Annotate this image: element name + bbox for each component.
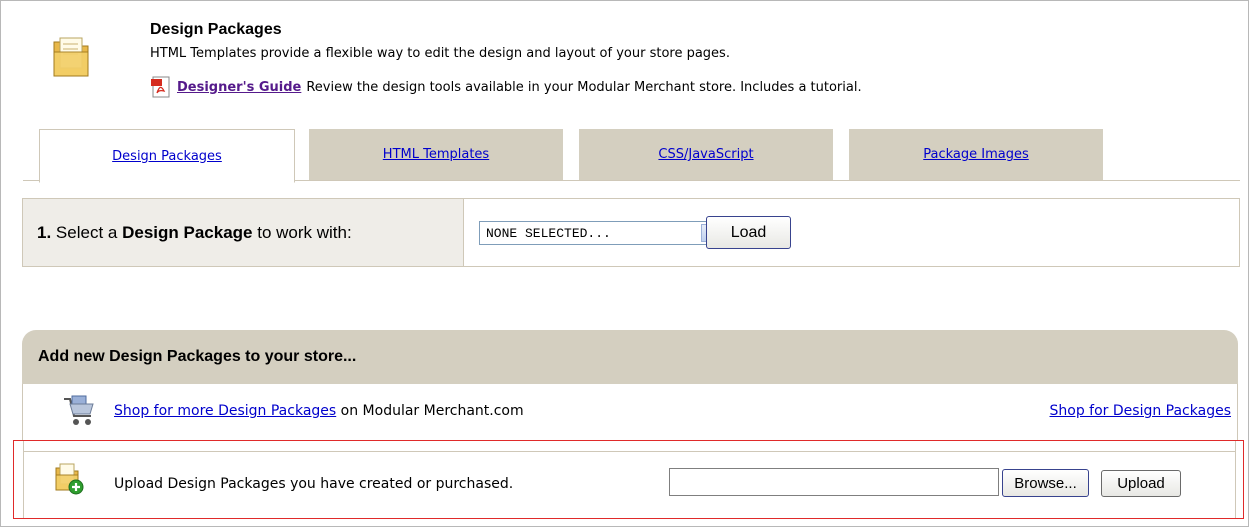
select-label-bold: Design Package xyxy=(122,222,253,242)
select-label-pre: Select a xyxy=(55,222,118,242)
tab-package-images[interactable]: Package Images xyxy=(849,129,1103,180)
upload-button[interactable]: Upload xyxy=(1101,470,1181,497)
shop-right-container: Shop for Design Packages xyxy=(1050,403,1231,419)
upload-row-highlight: Upload Design Packages you have created … xyxy=(13,440,1244,519)
browse-button[interactable]: Browse... xyxy=(1002,469,1089,497)
add-packages-panel: Add new Design Packages to your store...… xyxy=(13,330,1244,525)
upload-folder-icon xyxy=(54,462,84,495)
page-description: HTML Templates provide a flexible way to… xyxy=(150,46,730,61)
shopping-cart-icon xyxy=(61,394,97,428)
load-button[interactable]: Load xyxy=(706,216,791,249)
design-package-dropdown[interactable]: NONE SELECTED... ▼ xyxy=(479,221,723,245)
add-packages-heading: Add new Design Packages to your store... xyxy=(22,330,1238,384)
shop-more-text: Shop for more Design Packages on Modular… xyxy=(114,403,524,419)
shop-row: Shop for more Design Packages on Modular… xyxy=(22,384,1238,440)
shop-design-packages-link[interactable]: Shop for Design Packages xyxy=(1050,403,1231,419)
tab-design-packages-label[interactable]: Design Packages xyxy=(112,149,222,164)
designers-guide-row: Designer's Guide Review the design tools… xyxy=(150,76,862,98)
select-label-post: to work with: xyxy=(257,222,352,242)
upload-separator xyxy=(24,451,1235,452)
tab-html-templates-label[interactable]: HTML Templates xyxy=(383,147,489,162)
select-package-row: 1. Select a Design Package to work with:… xyxy=(22,198,1240,267)
tab-css-javascript[interactable]: CSS/JavaScript xyxy=(579,129,833,180)
file-path-input[interactable] xyxy=(669,468,999,496)
tab-html-templates[interactable]: HTML Templates xyxy=(309,129,563,180)
add-packages-heading-text: Add new Design Packages to your store... xyxy=(38,348,357,365)
page-title: Design Packages xyxy=(150,21,282,38)
shop-more-link[interactable]: Shop for more Design Packages xyxy=(114,403,336,419)
shop-more-suffix: on Modular Merchant.com xyxy=(340,403,524,419)
tab-css-javascript-label[interactable]: CSS/JavaScript xyxy=(658,147,753,162)
dropdown-value: NONE SELECTED... xyxy=(486,225,611,241)
pdf-icon xyxy=(150,76,172,98)
upload-description: Upload Design Packages you have created … xyxy=(114,476,514,492)
tab-bar: Design Packages HTML Templates CSS/JavaS… xyxy=(23,129,1240,183)
folder-icon xyxy=(48,34,96,80)
designers-guide-text: Review the design tools available in you… xyxy=(306,79,862,95)
tab-design-packages[interactable]: Design Packages xyxy=(39,129,295,183)
select-package-label: 1. Select a Design Package to work with: xyxy=(23,199,464,266)
step-number: 1. xyxy=(37,222,52,242)
tab-package-images-label[interactable]: Package Images xyxy=(923,147,1029,162)
designers-guide-link[interactable]: Designer's Guide xyxy=(177,80,301,95)
upload-row: Upload Design Packages you have created … xyxy=(23,441,1236,518)
